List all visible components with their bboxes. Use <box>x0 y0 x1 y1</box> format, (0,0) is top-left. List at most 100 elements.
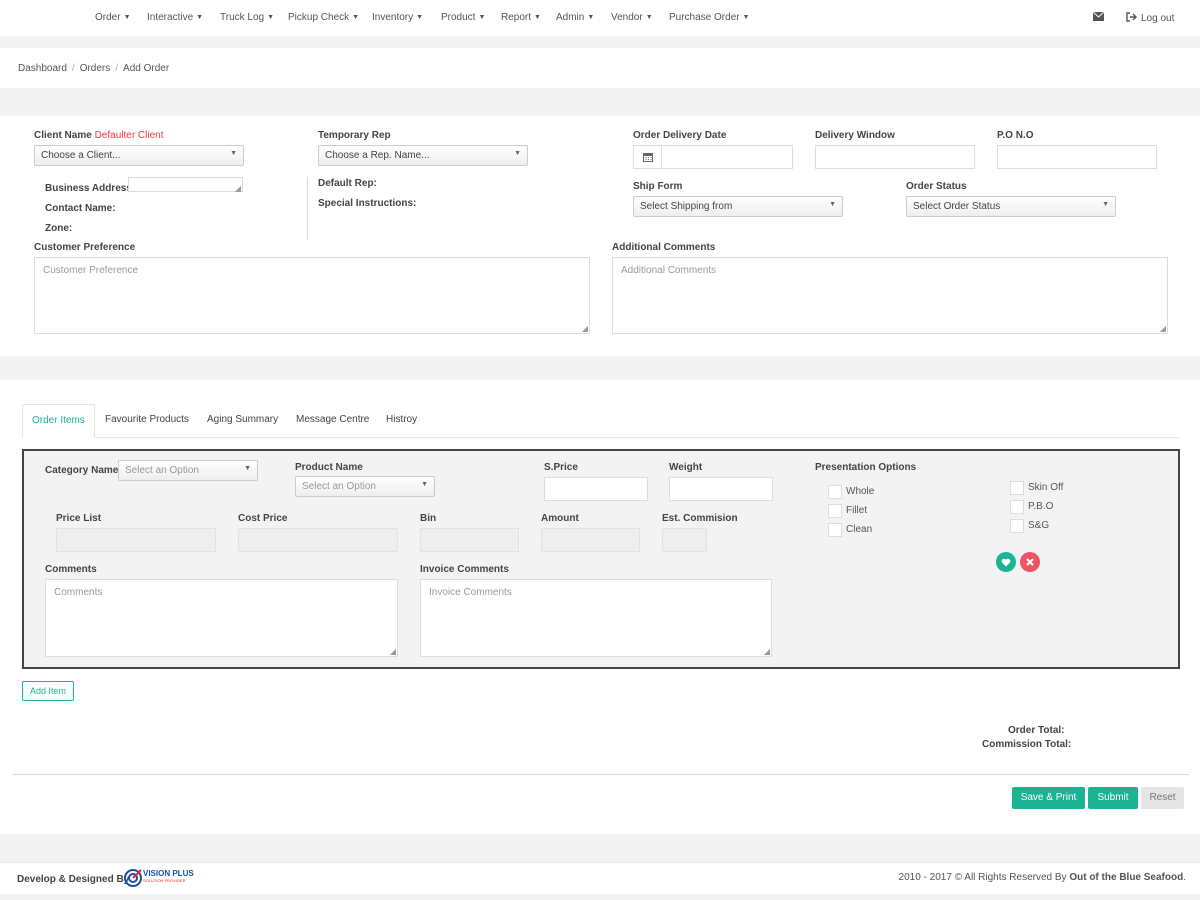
envelope-icon[interactable] <box>1092 11 1105 24</box>
checkbox-clean[interactable] <box>828 523 842 537</box>
caret-down-icon: ▼ <box>742 14 750 21</box>
save-item-button[interactable] <box>996 552 1016 572</box>
price-list-input <box>56 528 216 552</box>
nav-label: Report <box>501 12 532 23</box>
sign-out-icon <box>1126 12 1137 22</box>
order-delivery-date-field[interactable] <box>633 145 793 169</box>
tab-message-centre[interactable]: Message Centre <box>287 404 378 438</box>
commission-total-label: Commission Total: <box>982 739 1072 750</box>
checkbox-fillet[interactable] <box>828 504 842 518</box>
invoice-comments-label: Invoice Comments <box>420 564 509 575</box>
nav-truck-log[interactable]: Truck Log ▼ <box>220 12 274 23</box>
logo-text: VISION PLUS <box>143 869 194 878</box>
save-print-button[interactable]: Save & Print <box>1012 787 1085 809</box>
rep-select[interactable]: Choose a Rep. Name... ▼ <box>318 145 528 166</box>
tab-order-items[interactable]: Order Items <box>22 404 95 438</box>
caret-down-icon: ▼ <box>645 14 653 21</box>
category-name-label: Category Name <box>45 465 119 476</box>
nav-inventory[interactable]: Inventory ▼ <box>372 12 423 23</box>
order-status-value: Select Order Status <box>913 201 1001 212</box>
nav-label: Pickup Check <box>288 12 350 23</box>
logout-link[interactable]: Log out <box>1126 12 1174 24</box>
category-select[interactable]: Select an Option ▼ <box>118 460 258 481</box>
placeholder: Additional Comments <box>621 265 717 276</box>
special-instructions-label: Special Instructions: <box>318 198 417 209</box>
product-select[interactable]: Select an Option ▼ <box>295 476 435 497</box>
tab-aging-summary[interactable]: Aging Summary <box>198 404 287 438</box>
close-icon <box>1026 558 1034 566</box>
caret-down-icon: ▼ <box>244 465 251 472</box>
logout-label: Log out <box>1141 13 1175 24</box>
nav-vendor[interactable]: Vendor ▼ <box>611 12 653 23</box>
reset-button[interactable]: Reset <box>1141 787 1184 809</box>
nav-order[interactable]: Order ▼ <box>95 12 131 23</box>
defaulter-badge: Defaulter Client <box>94 130 164 141</box>
temporary-rep-label: Temporary Rep <box>318 130 391 141</box>
develop-text: Develop & Designed By <box>17 874 130 885</box>
checkbox-pbo[interactable] <box>1010 500 1024 514</box>
order-delivery-date-label: Order Delivery Date <box>633 130 727 141</box>
tab-favourite-products[interactable]: Favourite Products <box>96 404 198 438</box>
option-label-clean: Clean <box>846 524 873 535</box>
comments-textarea[interactable]: Comments ◢ <box>45 579 398 657</box>
nav-report[interactable]: Report ▼ <box>501 12 541 23</box>
resize-grip-icon: ◢ <box>581 324 588 333</box>
sprice-input[interactable] <box>544 477 648 501</box>
tab-history[interactable]: Histroy <box>377 404 426 438</box>
invoice-comments-textarea[interactable]: Invoice Comments ◢ <box>420 579 772 657</box>
customer-preference-label: Customer Preference <box>34 242 136 253</box>
nav-label: Purchase Order <box>669 12 740 23</box>
nav-label: Vendor <box>611 12 643 23</box>
nav-purchase-order[interactable]: Purchase Order ▼ <box>669 12 750 23</box>
ship-form-label: Ship Form <box>633 181 683 192</box>
placeholder: Invoice Comments <box>429 587 512 598</box>
checkbox-sg[interactable] <box>1010 519 1024 533</box>
vision-plus-logo[interactable] <box>123 868 143 891</box>
contact-name-label: Contact Name: <box>45 203 116 214</box>
nav-pickup-check[interactable]: Pickup Check ▼ <box>288 12 359 23</box>
footer: Develop & Designed By VISION PLUS SOLUTI… <box>0 862 1200 894</box>
caret-down-icon: ▼ <box>829 201 836 208</box>
caret-down-icon: ▼ <box>196 14 204 21</box>
checkbox-whole[interactable] <box>828 485 842 499</box>
client-select[interactable]: Choose a Client... ▼ <box>34 145 244 166</box>
resize-grip-icon: ◢ <box>1159 324 1166 333</box>
breadcrumb-dashboard[interactable]: Dashboard <box>18 63 67 74</box>
caret-down-icon: ▼ <box>534 14 541 21</box>
remove-item-button[interactable] <box>1020 552 1040 572</box>
amount-label: Amount <box>541 513 579 524</box>
est-commission-input <box>662 528 707 552</box>
customer-preference-textarea[interactable]: Customer Preference ◢ <box>34 257 590 334</box>
est-commission-label: Est. Commision <box>662 513 738 524</box>
order-status-select[interactable]: Select Order Status ▼ <box>906 196 1116 217</box>
logo-subtext: SOLUTION PROVIDER <box>143 878 186 883</box>
nav-label: Truck Log <box>220 12 265 23</box>
submit-button[interactable]: Submit <box>1088 787 1138 809</box>
nav-label: Inventory <box>372 12 414 23</box>
order-total-label: Order Total: <box>1008 725 1065 736</box>
additional-comments-textarea[interactable]: Additional Comments ◢ <box>612 257 1168 334</box>
breadcrumb-bar: Dashboard / Orders / Add Order <box>0 48 1200 88</box>
bin-label: Bin <box>420 513 437 524</box>
nav-admin[interactable]: Admin ▼ <box>556 12 594 23</box>
additional-comments-label: Additional Comments <box>612 242 716 253</box>
add-item-button[interactable]: Add Item <box>22 681 74 701</box>
delivery-window-label: Delivery Window <box>815 130 895 141</box>
delivery-window-field[interactable] <box>815 145 975 169</box>
breadcrumb-orders[interactable]: Orders <box>80 63 111 74</box>
weight-input[interactable] <box>669 477 773 501</box>
checkbox-skin-off[interactable] <box>1010 481 1024 495</box>
nav-product[interactable]: Product ▼ <box>441 12 485 23</box>
sprice-label: S.Price <box>544 462 578 473</box>
order-status-label: Order Status <box>906 181 967 192</box>
ship-from-select[interactable]: Select Shipping from ▼ <box>633 196 843 217</box>
pono-label: P.O N.O <box>997 130 1034 141</box>
caret-down-icon: ▼ <box>421 481 428 488</box>
heart-icon <box>1001 558 1011 567</box>
cost-price-input <box>238 528 398 552</box>
pono-field[interactable] <box>997 145 1157 169</box>
business-address-field[interactable]: ◢ <box>128 177 243 193</box>
ship-select-value: Select Shipping from <box>640 201 733 212</box>
resize-grip-icon: ◢ <box>389 647 396 656</box>
nav-interactive[interactable]: Interactive ▼ <box>147 12 203 23</box>
